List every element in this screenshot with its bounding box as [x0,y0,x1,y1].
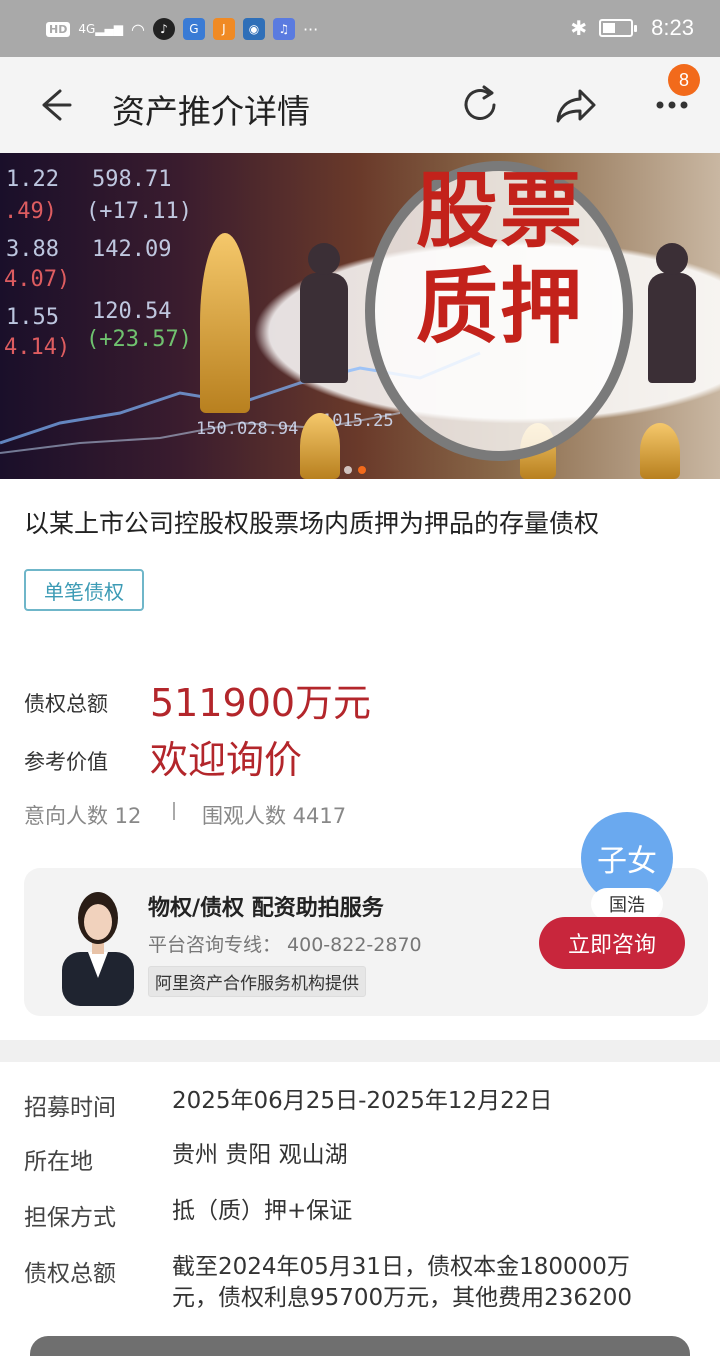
share-icon[interactable] [548,77,604,133]
ticker-text: (+23.57) [86,327,192,352]
person-figure-graphic [300,243,348,383]
ticker-text: 3.88 [6,237,59,262]
more-status-icon: ··· [302,19,319,39]
chess-piece-graphic [640,423,680,479]
consult-now-button[interactable]: 立即咨询 [539,917,685,969]
view-count: 围观人数 4417 [202,804,347,828]
service-agent-avatar [62,892,134,1006]
detail-value: 抵（质）押+保证 [172,1198,353,1224]
detail-label: 债权总额 [24,1261,116,1287]
service-phone[interactable]: 平台咨询专线： 400-822-2870 [148,930,422,957]
app-header: 资产推介详情 [0,57,720,153]
total-amount-value: 511900万元 [150,681,372,725]
banner-headline: 股票 质押 [415,163,584,355]
tiktok-icon: ♪ [152,18,175,40]
app-icon: G [182,18,205,40]
detail-label: 担保方式 [24,1205,116,1231]
ticker-text: 4.07) [4,267,71,292]
ticker-text: 150.028.94 [196,419,299,439]
status-bar: HD 4G▂▄▆ ◠ ♪ G J ◉ ♫ ··· ✱ 8:23 [0,0,720,57]
ticker-text: 1.22 [6,167,59,192]
reference-value-label: 参考价值 [24,750,108,774]
ticker-text: 142.09 [92,237,172,262]
chess-piece-graphic [300,413,340,479]
ticker-text: 120.54 [92,299,172,324]
carousel-dot-active[interactable] [358,466,366,474]
total-amount-label: 债权总额 [24,692,108,716]
refresh-icon[interactable] [452,77,508,133]
chess-piece-graphic [200,233,250,413]
ticker-text: .49) [4,199,57,224]
wifi-icon: ◠ [130,19,145,39]
agent-name: 国浩 [591,888,663,920]
hd-badge: HD [46,21,71,37]
page-title: 资产推介详情 [112,92,310,131]
app-icon: J [212,18,235,40]
app-icon: ◉ [242,18,265,40]
carousel-indicator [344,466,366,474]
music-icon: ♫ [272,18,295,40]
banner-carousel[interactable]: 1.22 598.71 .49) (+17.11) 3.88 142.09 4.… [0,153,720,479]
carousel-dot[interactable] [344,466,352,474]
ticker-text: 4.14) [4,335,71,360]
asset-title: 以某上市公司控股权股票场内质押为押品的存量债权 [24,509,600,538]
signal-icon: 4G▂▄▆ [78,22,123,36]
divider [173,802,175,820]
detail-value: 2025年06月25日-2025年12月22日 [172,1088,553,1114]
ticker-text: 1.55 [6,305,59,330]
notification-badge: 8 [668,64,700,96]
service-provider: 阿里资产合作服务机构提供 [148,966,366,997]
detail-label: 所在地 [24,1149,93,1175]
ticker-text: 598.71 [92,167,172,192]
detail-label: 招募时间 [24,1095,116,1121]
clock: 8:23 [651,15,694,40]
detail-value: 截至2024年05月31日，债权本金180000万元，债权利息95700万元，其… [172,1254,632,1311]
back-arrow-icon[interactable] [26,77,82,133]
bluetooth-icon: ✱ [570,17,588,40]
section-separator [0,1040,720,1062]
asset-type-tag: 单笔债权 [24,569,144,611]
bottom-action-bar [30,1336,690,1356]
intent-count: 意向人数 12 [24,804,142,828]
detail-value: 贵州 贵阳 观山湖 [172,1142,348,1168]
ticker-text: (+17.11) [86,199,192,224]
person-figure-graphic [648,243,696,383]
service-title: 物权/债权 配资助拍服务 [148,896,384,921]
battery-icon [599,19,638,37]
reference-value: 欢迎询价 [150,738,303,782]
